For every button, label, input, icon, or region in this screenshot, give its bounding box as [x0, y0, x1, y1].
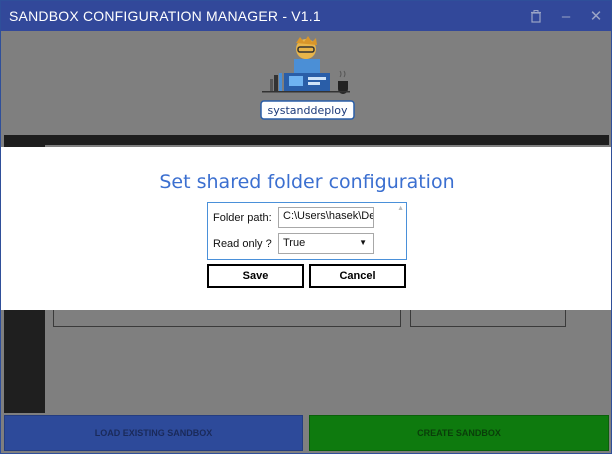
app-window: SANDBOX CONFIGURATION MANAGER - V1.1 – ✕ — [0, 0, 612, 454]
read-only-value: True — [283, 237, 306, 249]
logo-text: systanddeploy — [267, 104, 347, 117]
folder-path-input[interactable]: C:\Users\hasek\Des — [278, 207, 374, 228]
cancel-button[interactable]: Cancel — [309, 264, 406, 288]
minimize-icon[interactable]: – — [551, 1, 581, 31]
load-existing-sandbox-button[interactable]: LOAD EXISTING SANDBOX — [4, 415, 303, 451]
header-divider — [4, 135, 609, 145]
trash-icon[interactable] — [521, 1, 551, 31]
folder-path-label: Folder path: — [213, 211, 272, 224]
read-only-select[interactable]: True ▼ — [278, 233, 374, 254]
footer-actions: LOAD EXISTING SANDBOX CREATE SANDBOX — [4, 415, 609, 451]
scroll-up-icon[interactable]: ▲ — [397, 205, 404, 212]
shared-folder-dialog: Set shared folder configuration ▲ Folder… — [1, 147, 611, 310]
create-sandbox-button[interactable]: CREATE SANDBOX — [309, 415, 609, 451]
chevron-down-icon: ▼ — [359, 238, 367, 247]
save-button[interactable]: Save — [207, 264, 304, 288]
close-icon[interactable]: ✕ — [581, 1, 611, 31]
folder-form: ▲ Folder path: C:\Users\hasek\Des Read o… — [207, 202, 407, 260]
title-bar: SANDBOX CONFIGURATION MANAGER - V1.1 – ✕ — [1, 1, 611, 31]
logo: systanddeploy — [260, 36, 355, 120]
window-title: SANDBOX CONFIGURATION MANAGER - V1.1 — [9, 8, 321, 24]
read-only-label: Read only ? — [213, 237, 272, 250]
header-banner: systanddeploy — [1, 31, 611, 135]
dialog-title: Set shared folder configuration — [159, 171, 455, 193]
